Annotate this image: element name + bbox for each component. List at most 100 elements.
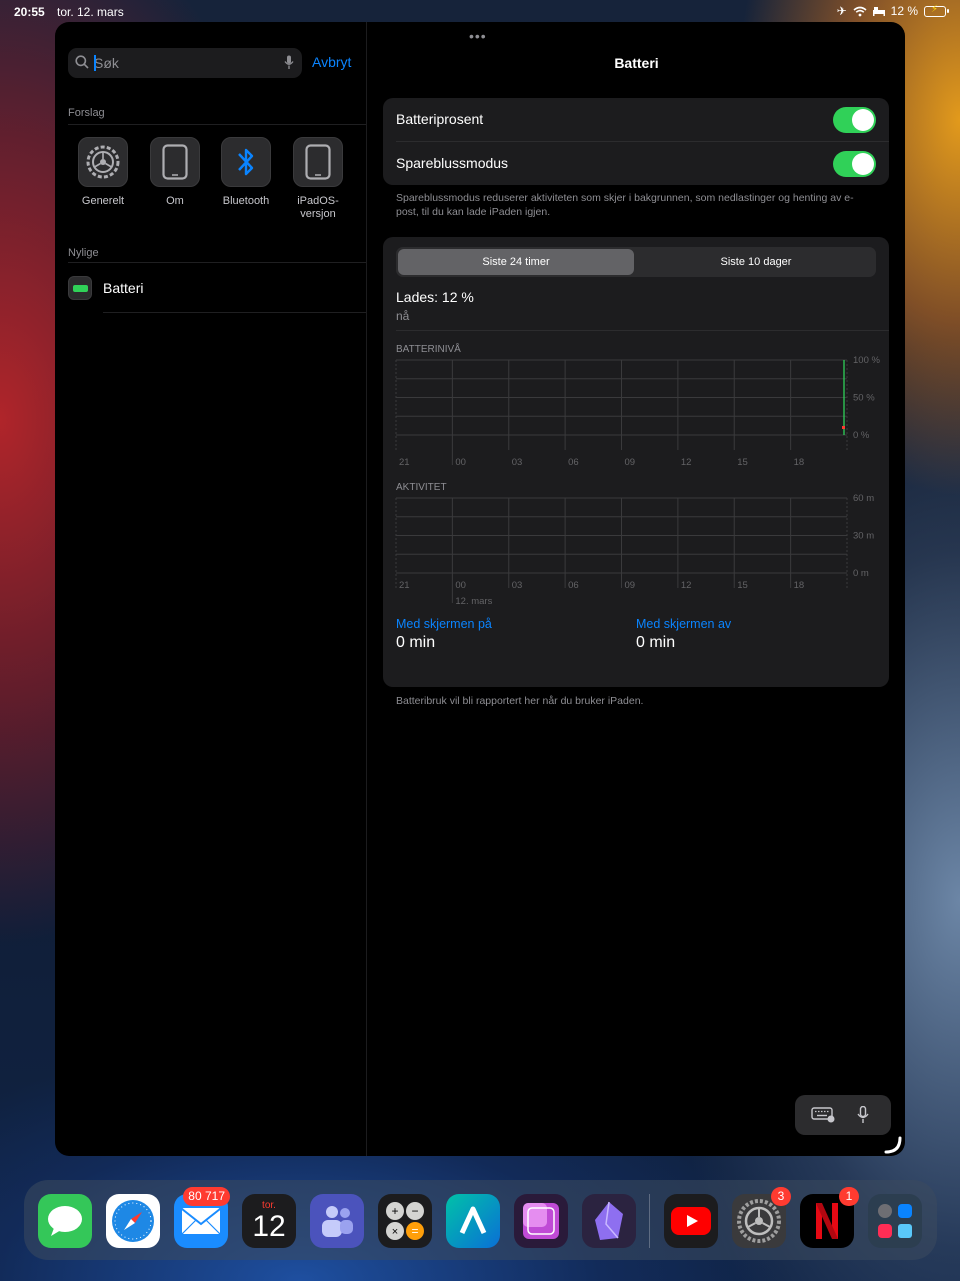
microphone-icon[interactable]	[284, 55, 294, 70]
low-power-note: Spareblussmodus reduserer aktiviteten so…	[396, 192, 854, 218]
battery-percentage-toggle[interactable]	[833, 107, 876, 133]
svg-text:−: −	[411, 1204, 418, 1218]
low-power-mode-toggle[interactable]	[833, 151, 876, 177]
suggestions-heading: Forslag	[68, 107, 105, 119]
netflix-icon	[816, 1203, 838, 1239]
x-tick-label: 09	[625, 580, 636, 591]
suggestion-ipados-version[interactable]: iPadOS-versjon	[288, 137, 348, 221]
toggle-label: Spareblussmodus	[396, 155, 509, 171]
dock-app-youtube[interactable]	[664, 1194, 718, 1248]
calendar-day: 12	[252, 1210, 286, 1243]
purple-app-icon	[523, 1203, 559, 1239]
sidebar: Avbryt Forslag Generelt Om	[55, 22, 367, 1156]
x-tick-label: 12	[681, 580, 692, 591]
recent-heading: Nylige	[68, 247, 99, 259]
status-right: ✈ 12 % ⚡	[837, 3, 949, 18]
status-time: 20:55	[14, 5, 45, 19]
screen-off-summary: Med skjermen av 0 min	[636, 617, 731, 652]
segment-last-24-hours[interactable]: Siste 24 timer	[398, 249, 634, 275]
page-title: Batteri	[614, 55, 659, 71]
screen-off-label: Med skjermen av	[636, 617, 732, 631]
x-tick-label: 18	[794, 457, 805, 468]
obsidian-icon	[595, 1201, 623, 1240]
resize-handle-icon[interactable]	[884, 1136, 902, 1154]
suggestion-label: iPadOS-versjon	[297, 195, 339, 220]
battery-level-chart: 21 00 03 06 09 12 15 18 100 % 50 % 0 %	[395, 355, 880, 468]
dock-app-mail[interactable]: 80 717	[174, 1187, 230, 1248]
suggestion-tile[interactable]	[78, 137, 128, 187]
y-tick-label: 0 m	[853, 568, 869, 579]
activity-chart-title: AKTIVITET	[396, 482, 447, 493]
recent-item-batteri[interactable]: Batteri	[68, 276, 367, 306]
dock-app-calculator[interactable]: + − × =	[378, 1194, 432, 1248]
keyboard-icon[interactable]	[811, 1107, 835, 1123]
dock-app-a-logo[interactable]	[446, 1194, 500, 1248]
suggestion-tile[interactable]	[221, 137, 271, 187]
netflix-badge: 1	[839, 1187, 859, 1206]
time-range-segmented-control[interactable]: Siste 24 timer Siste 10 dager	[396, 247, 876, 277]
x-tick-label: 09	[625, 457, 636, 468]
search-icon	[75, 55, 89, 69]
y-tick-label: 0 %	[853, 430, 870, 441]
battery-usage-note: Batteribruk vil bli rapportert her når d…	[396, 695, 644, 707]
app-library-icon	[878, 1204, 912, 1238]
settings-window: ••• Avbryt Forslag Generelt	[55, 22, 905, 1156]
screen-on-summary: Med skjermen på 0 min	[396, 617, 492, 652]
dock-app-settings[interactable]: 3	[732, 1187, 791, 1248]
suggestion-tile[interactable]	[150, 137, 200, 187]
dock-app-obsidian[interactable]	[582, 1194, 636, 1248]
calculator-icon: + − × =	[386, 1202, 424, 1240]
search-input[interactable]	[94, 53, 274, 73]
a-logo-icon	[459, 1206, 487, 1235]
screen-off-value: 0 min	[636, 634, 676, 651]
charging-status: Lades: 12 %	[396, 289, 474, 305]
messages-icon	[48, 1206, 82, 1236]
screen-on-label: Med skjermen på	[396, 617, 492, 631]
low-power-mode-row: Spareblussmodus	[383, 142, 889, 185]
battery-percent: 12 %	[890, 4, 918, 18]
dock-app-messages[interactable]	[38, 1194, 92, 1248]
dock-app-safari[interactable]	[106, 1194, 160, 1248]
suggestion-generelt[interactable]: Generelt	[73, 137, 133, 208]
search-field[interactable]	[68, 48, 302, 78]
dock-app-library[interactable]	[868, 1194, 922, 1248]
battery-percentage-row: Batteriprosent	[383, 98, 889, 142]
charging-bolt-icon: ⚡	[931, 3, 939, 15]
x-date-label: 12. mars	[455, 596, 492, 607]
dock-app-purple[interactable]	[514, 1194, 568, 1248]
dock-divider	[649, 1194, 650, 1248]
suggestion-label: Bluetooth	[222, 195, 270, 207]
current-level-bar	[842, 426, 845, 429]
battery-icon	[68, 276, 92, 300]
svg-text:×: ×	[392, 1226, 398, 1238]
safari-icon	[112, 1200, 154, 1242]
x-tick-label: 15	[737, 457, 748, 468]
x-tick-label: 12	[681, 457, 692, 468]
dictation-microphone-icon[interactable]	[857, 1106, 869, 1124]
suggestion-label: Generelt	[81, 195, 125, 207]
detail-pane: Batteri Batteriprosent Spareblussmodus S…	[368, 22, 905, 1156]
y-tick-label: 50 %	[853, 393, 875, 404]
svg-text:=: =	[411, 1224, 418, 1238]
divider	[68, 262, 366, 263]
dock-app-teams[interactable]	[310, 1194, 364, 1248]
divider	[103, 312, 366, 313]
dock: 80 717 tor. 12 + − × = 3 1	[24, 1180, 937, 1260]
suggestion-tile[interactable]	[293, 137, 343, 187]
x-tick-label: 15	[737, 580, 748, 591]
screen-on-value: 0 min	[396, 634, 436, 651]
youtube-icon	[671, 1207, 711, 1235]
usage-group: Siste 24 timer Siste 10 dager Lades: 12 …	[383, 237, 889, 687]
dock-app-calendar[interactable]: tor. 12	[242, 1194, 296, 1248]
ipad-icon	[162, 144, 188, 180]
dock-app-netflix[interactable]: 1	[800, 1187, 859, 1248]
suggestion-bluetooth[interactable]: Bluetooth	[216, 137, 276, 208]
x-tick-label: 00	[455, 580, 466, 591]
x-tick-label: 18	[794, 580, 805, 591]
y-tick-label: 30 m	[853, 531, 874, 542]
toggle-group: Batteriprosent Spareblussmodus	[383, 98, 889, 185]
x-tick-label: 06	[568, 580, 579, 591]
suggestion-om[interactable]: Om	[145, 137, 205, 208]
segment-last-10-days[interactable]: Siste 10 dager	[638, 249, 874, 275]
cancel-button[interactable]: Avbryt	[312, 54, 351, 70]
